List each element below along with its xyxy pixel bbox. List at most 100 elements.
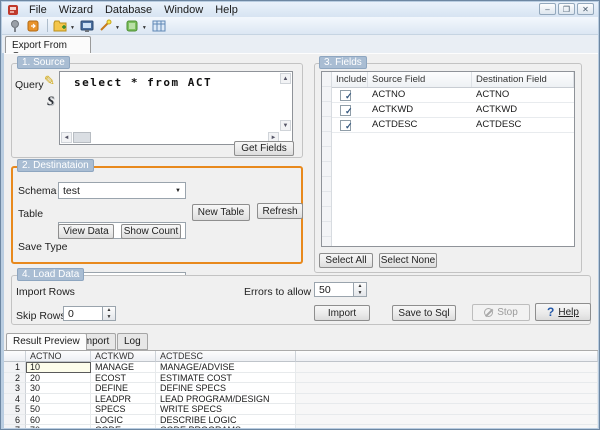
menu-file[interactable]: File xyxy=(23,4,53,16)
result-row[interactable]: 4 40 LEADPR LEAD PROGRAM/DESIGN xyxy=(4,393,598,404)
result-row[interactable]: 6 60 LOGIC DESCRIBE LOGIC xyxy=(4,414,598,425)
chevron-down-icon[interactable]: ▼ xyxy=(70,25,75,31)
select-all-button[interactable]: Select All xyxy=(319,253,373,268)
actno-column-header[interactable]: ACTNO xyxy=(26,351,91,362)
view-data-button[interactable]: View Data xyxy=(58,224,114,239)
spin-down-icon[interactable]: ▼ xyxy=(103,314,115,321)
restore-button[interactable]: ❐ xyxy=(558,3,575,15)
toolbar: ▼ ▼ ▼ xyxy=(2,17,598,35)
tab-log[interactable]: Log xyxy=(117,333,148,350)
include-column-header[interactable]: Include xyxy=(332,72,368,87)
scroll-left-icon[interactable]: ◄ xyxy=(61,132,72,143)
selected-cell[interactable]: 10 xyxy=(26,362,91,373)
row-number-column-header xyxy=(4,351,26,362)
minimize-button[interactable]: – xyxy=(539,3,556,15)
query-window-icon[interactable] xyxy=(79,18,95,34)
include-checkbox[interactable]: ✓ xyxy=(340,105,353,116)
tab-result-preview[interactable]: Result Preview xyxy=(6,333,87,351)
result-row[interactable]: 1 10 MANAGE MANAGE/ADVISE xyxy=(4,362,598,373)
export-icon[interactable] xyxy=(124,18,140,34)
destination-group-title: 2. Destinataion xyxy=(17,159,94,172)
hscroll-thumb[interactable] xyxy=(73,132,91,143)
source-group-title: 1. Source xyxy=(17,56,70,69)
schema-select[interactable]: test ▼ xyxy=(58,182,186,199)
query-editor[interactable]: select * from ACT ▲ ▼ ◄ ► xyxy=(59,71,293,145)
disconnect-icon[interactable] xyxy=(25,18,41,34)
field-row[interactable]: ✓ ACTKWD ACTKWD xyxy=(332,103,574,118)
spin-down-icon[interactable]: ▼ xyxy=(354,290,366,297)
show-count-button[interactable]: Show Count xyxy=(121,224,181,239)
actdesc-column-header[interactable]: ACTDESC xyxy=(156,351,296,362)
result-tab-strip: Result Preview Import Log xyxy=(4,333,598,351)
result-row[interactable]: 5 50 SPECS WRITE SPECS xyxy=(4,404,598,415)
result-grid[interactable]: ACTNO ACTKWD ACTDESC 1 10 MANAGE MANAGE/… xyxy=(4,350,598,428)
source-field-cell: ACTDESC xyxy=(372,119,418,130)
new-query-folder-icon[interactable] xyxy=(52,18,68,34)
get-fields-button[interactable]: Get Fields xyxy=(234,141,294,156)
select-none-button[interactable]: Select None xyxy=(379,253,437,268)
stop-icon xyxy=(484,308,494,317)
app-icon xyxy=(8,4,18,15)
stop-button[interactable]: Stop xyxy=(472,304,530,321)
app-window: File Wizard Database Window Help – ❐ ✕ ▼… xyxy=(0,0,600,430)
chevron-down-icon[interactable]: ▼ xyxy=(142,25,147,31)
tab-export-from-query[interactable]: Export From Query xyxy=(5,36,91,62)
skip-rows-spinner[interactable]: 0 ▲ ▼ xyxy=(63,306,116,321)
menu-window[interactable]: Window xyxy=(158,4,209,16)
query-text[interactable]: select * from ACT xyxy=(74,76,212,89)
fields-group-title: 3. Fields xyxy=(319,56,367,69)
source-field-cell: ACTKWD xyxy=(372,104,414,115)
chevron-down-icon: ▼ xyxy=(175,187,181,194)
table-label: Table xyxy=(18,208,44,220)
skip-rows-value[interactable]: 0 xyxy=(63,306,103,321)
tab-strip: Export From Query xyxy=(2,35,598,62)
result-row[interactable]: 3 30 DEFINE DEFINE SPECS xyxy=(4,383,598,394)
scroll-down-icon[interactable]: ▼ xyxy=(280,120,291,131)
errors-spinner[interactable]: 50 ▲ ▼ xyxy=(314,282,367,297)
errors-to-allow-label: Errors to allow xyxy=(244,286,312,298)
fields-grid[interactable]: Include Source Field Destination Field ✓… xyxy=(321,71,575,247)
query-label: Query xyxy=(15,79,44,91)
refresh-button[interactable]: Refresh xyxy=(257,203,303,219)
result-row[interactable]: 7 70 CODE CODE PROGRAMS xyxy=(4,425,598,428)
save-to-sql-button[interactable]: Save to Sql xyxy=(392,305,456,321)
destination-field-cell: ACTDESC xyxy=(476,119,522,130)
help-button[interactable]: ? Help xyxy=(535,303,591,321)
chevron-down-icon[interactable]: ▼ xyxy=(115,25,120,31)
field-row[interactable]: ✓ ACTNO ACTNO xyxy=(332,88,574,103)
load-data-group-title: 4. Load Data xyxy=(17,268,85,281)
schema-label: Schema xyxy=(18,185,57,197)
edit-query-icon[interactable]: ✎ xyxy=(44,73,55,89)
help-icon: ? xyxy=(547,305,555,319)
scroll-up-icon[interactable]: ▲ xyxy=(280,73,291,84)
table-icon[interactable] xyxy=(151,18,167,34)
source-field-cell: ACTNO xyxy=(372,89,406,100)
import-rows-label: Import Rows xyxy=(16,286,75,298)
connect-icon[interactable] xyxy=(7,18,23,34)
fields-grid-header: Include Source Field Destination Field xyxy=(332,72,574,88)
menu-help[interactable]: Help xyxy=(209,4,244,16)
result-grid-header: ACTNO ACTKWD ACTDESC xyxy=(4,351,598,362)
schema-value: test xyxy=(63,184,80,197)
import-button[interactable]: Import xyxy=(314,305,370,321)
menu-database[interactable]: Database xyxy=(99,4,158,16)
skip-rows-label: Skip Rows xyxy=(16,310,66,322)
sql-icon[interactable]: S xyxy=(47,93,54,109)
menu-wizard[interactable]: Wizard xyxy=(53,4,99,16)
destination-field-cell: ACTKWD xyxy=(476,104,518,115)
result-row[interactable]: 2 20 ECOST ESTIMATE COST xyxy=(4,372,598,383)
new-table-button[interactable]: New Table xyxy=(192,204,250,221)
source-field-column-header[interactable]: Source Field xyxy=(368,72,472,87)
toolbar-separator xyxy=(47,19,48,32)
destination-field-cell: ACTNO xyxy=(476,89,510,100)
close-button[interactable]: ✕ xyxy=(577,3,594,15)
field-row[interactable]: ✓ ACTDESC ACTDESC xyxy=(332,118,574,133)
include-checkbox[interactable]: ✓ xyxy=(340,90,353,101)
wizard-wand-icon[interactable] xyxy=(97,18,113,34)
actkwd-column-header[interactable]: ACTKWD xyxy=(91,351,156,362)
menu-bar: File Wizard Database Window Help – ❐ ✕ xyxy=(2,2,598,17)
save-type-label: Save Type xyxy=(18,241,68,253)
errors-value[interactable]: 50 xyxy=(314,282,354,297)
destination-field-column-header[interactable]: Destination Field xyxy=(472,72,574,87)
include-checkbox[interactable]: ✓ xyxy=(340,120,353,131)
